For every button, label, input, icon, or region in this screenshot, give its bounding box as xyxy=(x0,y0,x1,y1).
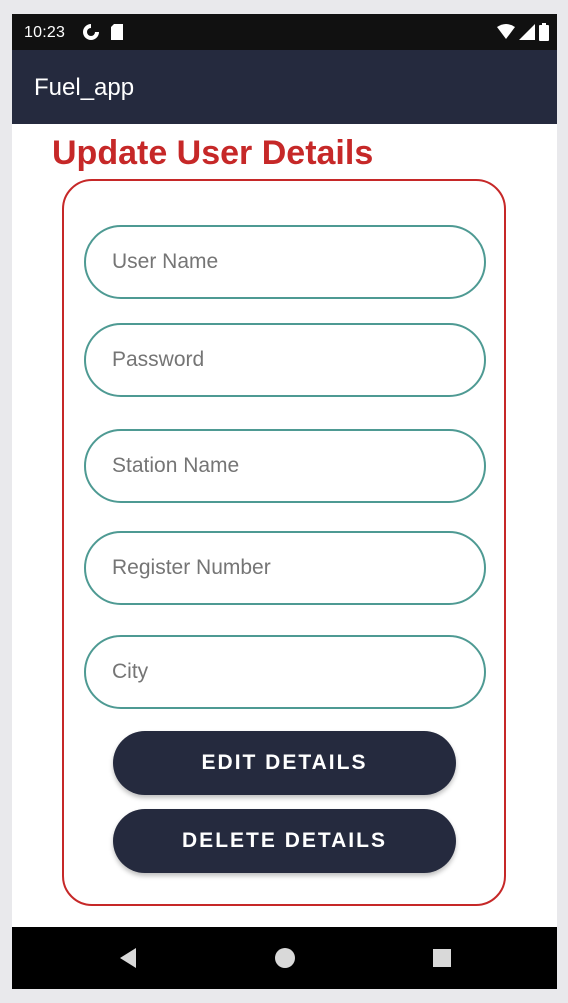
city-input[interactable] xyxy=(84,635,486,709)
wifi-icon xyxy=(497,24,515,45)
sync-icon xyxy=(82,23,100,46)
register-number-input[interactable] xyxy=(84,531,486,605)
status-right-icons xyxy=(497,23,549,46)
sd-card-icon xyxy=(110,23,124,46)
recents-icon[interactable] xyxy=(430,946,454,970)
app-bar: Fuel_app xyxy=(12,50,557,124)
signal-icon xyxy=(519,24,535,45)
station-name-input[interactable] xyxy=(84,429,486,503)
page-title: Update User Details xyxy=(52,134,374,172)
app-title: Fuel_app xyxy=(34,74,135,101)
status-bar: 10:23 xyxy=(12,14,557,50)
back-icon[interactable] xyxy=(116,946,140,970)
delete-details-button[interactable]: DELETE DETAILS xyxy=(113,809,456,873)
status-time: 10:23 xyxy=(24,24,66,41)
user-name-input[interactable] xyxy=(84,225,486,299)
navigation-bar xyxy=(12,927,557,989)
password-input[interactable] xyxy=(84,323,486,397)
home-icon[interactable] xyxy=(273,946,297,970)
battery-icon xyxy=(539,23,549,46)
status-left-icons xyxy=(82,23,124,46)
phone-screen: 10:23 Fuel_app Update User Details User … xyxy=(12,14,557,989)
edit-details-button[interactable]: EDIT DETAILS xyxy=(113,731,456,795)
